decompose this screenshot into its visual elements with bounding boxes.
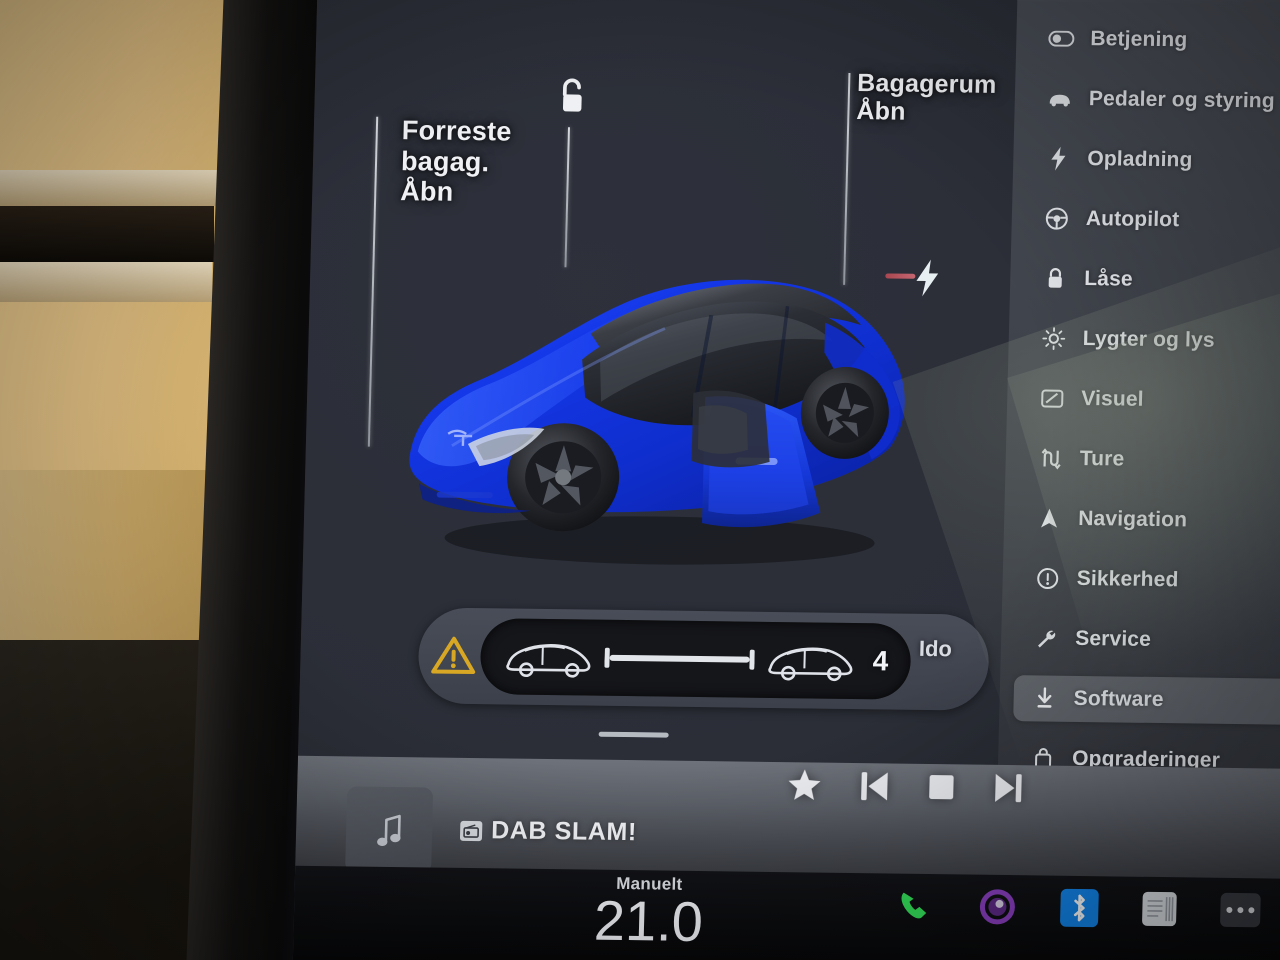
climate-temperature: 21.0	[593, 888, 704, 954]
sidebar-label: Software	[1073, 686, 1164, 712]
lock-icon	[1042, 265, 1069, 291]
frunk-callout-line3: Åbn	[399, 176, 454, 207]
sidebar-item-betjening[interactable]: Betjening	[1030, 15, 1280, 65]
follow-distance-pill[interactable]: 4	[479, 618, 912, 700]
sidebar-label: Betjening	[1090, 27, 1188, 52]
trunk-callout-line2: Åbn	[856, 97, 907, 126]
display-icon	[1039, 385, 1066, 411]
sidebar-label: Service	[1074, 626, 1152, 651]
unlock-icon[interactable]	[554, 75, 589, 119]
frunk-callout[interactable]: Forreste bagag. Åbn	[400, 115, 512, 208]
sidebar-label: Ture	[1079, 446, 1125, 471]
previous-button[interactable]	[859, 770, 890, 802]
sidebar-label: Lygter og lys	[1082, 327, 1215, 352]
trunk-callout[interactable]: Bagagerum Åbn	[856, 69, 997, 127]
follow-car-icon	[768, 647, 853, 682]
dot	[1248, 907, 1255, 914]
warning-triangle-icon	[431, 636, 476, 675]
music-note-icon	[377, 814, 401, 847]
favorite-button[interactable]	[787, 768, 822, 801]
shelf-edge	[0, 170, 218, 206]
sidebar-item-lygter-og-lys[interactable]: Lygter og lys	[1022, 315, 1280, 365]
widget-trailing-label: Ido	[918, 635, 953, 662]
steering-icon	[1044, 206, 1071, 232]
station-name: DAB SLAM!	[490, 816, 638, 847]
climate-control[interactable]: Manuelt 21.0	[593, 874, 704, 954]
download-icon	[1031, 685, 1058, 711]
media-icon[interactable]	[978, 888, 1017, 926]
frunk-callout-line2: bagag.	[400, 145, 490, 177]
bottom-tray: Manuelt 21.0	[292, 865, 1280, 960]
sidebar-item-visuel[interactable]: Visuel	[1021, 375, 1280, 425]
sidebar-item-autopilot[interactable]: Autopilot	[1025, 195, 1280, 245]
sidebar-item-sikkerhed[interactable]: Sikkerhed	[1016, 555, 1280, 605]
frunk-leader-line	[367, 116, 379, 447]
route-icon	[1037, 445, 1064, 471]
next-button[interactable]	[993, 771, 1024, 803]
sidebar-label: Sikkerhed	[1076, 566, 1179, 592]
sun-icon	[1040, 325, 1067, 351]
now-playing[interactable]: DAB SLAM!	[459, 816, 638, 847]
phone-icon[interactable]	[894, 886, 935, 927]
sidebar-item-ture[interactable]: Ture	[1019, 435, 1280, 485]
sidebar-item-pedaler-og-styring[interactable]: Pedaler og styring	[1028, 75, 1280, 125]
sidebar-item-service[interactable]: Service	[1015, 615, 1280, 665]
photo-of-tesla-touchscreen: Forreste bagag. Åbn Bagagerum Åbn 4 Ido …	[0, 0, 1280, 960]
car-illustration[interactable]	[389, 207, 958, 574]
calendar-icon[interactable]	[1141, 891, 1177, 927]
media-controls	[787, 768, 1024, 804]
sidebar-label: Låse	[1084, 267, 1134, 291]
car-front-icon	[1047, 86, 1074, 112]
sidebar-label: Autopilot	[1085, 207, 1180, 232]
panel-drag-handle[interactable]	[598, 731, 669, 738]
sidebar-item-navigation[interactable]: Navigation	[1018, 495, 1280, 545]
wrench-icon	[1033, 625, 1060, 651]
radio-icon	[459, 820, 483, 841]
autopilot-distance-widget[interactable]: 4 Ido	[417, 607, 990, 711]
more-icon[interactable]	[1219, 892, 1261, 928]
sidebar-content: Ubg Betjening Pedaler og styring	[998, 0, 1280, 772]
trunk-callout-line1: Bagagerum	[856, 69, 997, 99]
dot	[1237, 907, 1244, 914]
sidebar-label: Pedaler og styring	[1088, 87, 1276, 113]
bluetooth-icon[interactable]	[1059, 888, 1099, 928]
sidebar-label: Opladning	[1087, 147, 1193, 172]
dot	[1226, 906, 1233, 913]
shelf-edge	[0, 262, 212, 302]
follow-distance-value: 4	[872, 645, 889, 677]
lead-car-icon	[506, 644, 591, 678]
stop-button[interactable]	[927, 772, 956, 800]
sidebar-item-opladning[interactable]: Opladning	[1027, 135, 1280, 185]
shelf-gap	[0, 206, 214, 262]
toggle-icon	[1048, 26, 1075, 52]
bolt-icon	[1045, 146, 1072, 172]
tray-icons	[894, 886, 1261, 931]
frunk-callout-line1: Forreste	[401, 115, 512, 147]
sidebar-label: Navigation	[1077, 506, 1188, 532]
navigation-icon	[1036, 505, 1063, 531]
sidebar-item-laase[interactable]: Låse	[1024, 255, 1280, 305]
tesla-touchscreen: Forreste bagag. Åbn Bagagerum Åbn 4 Ido …	[292, 0, 1280, 960]
sidebar-label: Visuel	[1081, 387, 1144, 411]
alert-circle-icon	[1034, 565, 1061, 591]
distance-bar-icon	[604, 647, 755, 670]
vehicle-visualization: Forreste bagag. Åbn Bagagerum Åbn 4 Ido	[298, 0, 1018, 765]
sidebar-item-software[interactable]: Software	[1013, 675, 1280, 725]
album-art-placeholder[interactable]	[345, 786, 434, 874]
